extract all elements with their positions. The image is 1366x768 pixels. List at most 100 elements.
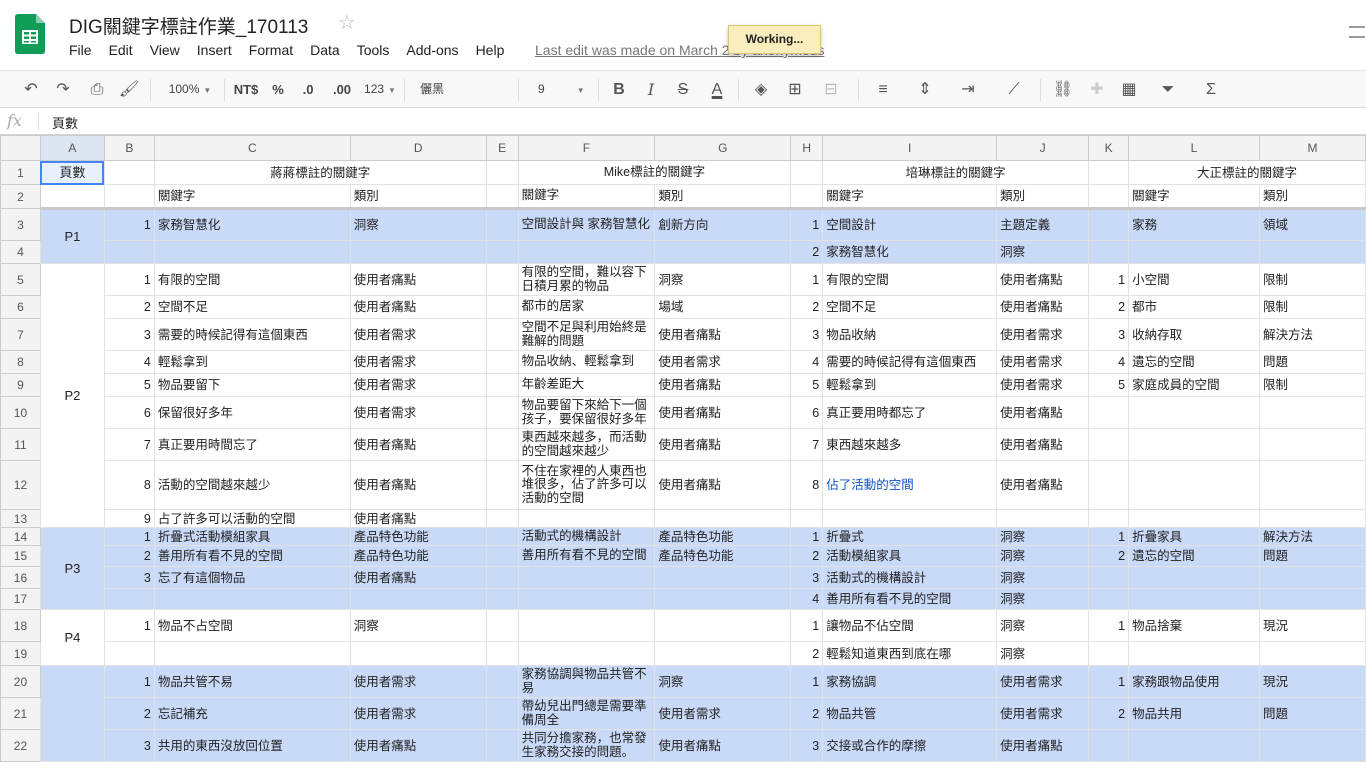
table-cell[interactable]: 1 xyxy=(790,263,824,296)
table-cell[interactable]: 8 xyxy=(790,460,824,510)
table-cell[interactable]: 使用者需求 xyxy=(349,697,487,730)
table-cell[interactable]: 1 xyxy=(790,527,824,546)
table-cell[interactable]: 占了許多可以活動的空間 xyxy=(153,509,351,528)
table-cell[interactable]: 共同分擔家務，也常發生家務交接的問題。 xyxy=(517,729,656,762)
table-cell[interactable] xyxy=(1258,729,1366,762)
table-cell[interactable]: 物品捨棄 xyxy=(1128,609,1260,642)
table-cell[interactable]: 使用者需求 xyxy=(349,665,487,698)
menu-tools[interactable]: Tools xyxy=(357,42,390,60)
row-header[interactable]: 14 xyxy=(0,527,41,546)
table-cell[interactable]: 使用者需求 xyxy=(996,373,1090,397)
table-cell[interactable] xyxy=(485,428,519,461)
table-cell[interactable]: 空間不足 xyxy=(822,295,998,319)
table-cell[interactable]: 物品要留下來給下一個孩子，要保留很好多年 xyxy=(517,396,656,429)
table-cell[interactable]: 使用者痛點 xyxy=(996,460,1090,510)
table-cell[interactable]: 3 xyxy=(103,318,155,351)
table-cell[interactable] xyxy=(153,240,351,264)
table-cell[interactable]: 不住在家裡的人東西也堆很多，佔了許多可以活動的空間 xyxy=(517,460,656,510)
table-cell[interactable]: 創新方向 xyxy=(654,207,792,241)
row-header[interactable]: 12 xyxy=(0,460,41,510)
row-header[interactable]: 17 xyxy=(0,588,41,610)
table-cell[interactable]: 使用者痛點 xyxy=(349,460,487,510)
table-cell[interactable] xyxy=(654,588,792,610)
table-cell[interactable] xyxy=(1088,566,1130,589)
table-cell[interactable]: 洞察 xyxy=(996,545,1090,567)
table-cell[interactable] xyxy=(485,566,519,589)
table-cell[interactable]: 1 xyxy=(1088,609,1130,642)
table-cell[interactable] xyxy=(485,609,519,642)
table-cell[interactable]: 2 xyxy=(103,545,155,567)
row-header[interactable]: 2 xyxy=(0,184,41,209)
decrease-decimal-button[interactable]: .0 xyxy=(296,71,320,108)
table-cell[interactable]: 2 xyxy=(1088,545,1130,567)
row-header[interactable]: 15 xyxy=(0,545,41,567)
insert-chart-icon[interactable]: ▦ xyxy=(1116,71,1142,108)
table-cell[interactable] xyxy=(485,697,519,730)
menu-data[interactable]: Data xyxy=(310,42,340,60)
table-cell[interactable] xyxy=(485,295,519,319)
table-cell[interactable] xyxy=(1258,641,1366,666)
table-cell[interactable]: 活動模組家具 xyxy=(822,545,998,567)
page-cell[interactable]: P1 xyxy=(39,207,105,264)
table-cell[interactable]: 善用所有看不見的空間 xyxy=(153,545,351,567)
increase-decimal-button[interactable]: .00 xyxy=(328,71,356,108)
table-cell[interactable] xyxy=(103,160,155,185)
italic-button[interactable]: I xyxy=(638,71,664,108)
table-cell[interactable] xyxy=(1128,588,1260,610)
table-cell[interactable]: 2 xyxy=(103,295,155,319)
table-cell[interactable]: 洞察 xyxy=(996,641,1090,666)
table-cell[interactable]: 限制 xyxy=(1258,373,1366,397)
table-cell[interactable]: 使用者需求 xyxy=(349,318,487,351)
table-cell[interactable] xyxy=(485,184,519,209)
table-cell[interactable] xyxy=(485,207,519,241)
table-cell[interactable] xyxy=(485,527,519,546)
table-cell[interactable] xyxy=(1128,396,1260,429)
star-icon[interactable]: ☆ xyxy=(338,10,356,35)
table-cell[interactable] xyxy=(1088,184,1130,209)
table-cell[interactable] xyxy=(1128,428,1260,461)
table-cell[interactable]: 帶幼兒出門總是需要準備周全 xyxy=(517,697,656,730)
table-cell[interactable] xyxy=(517,240,656,264)
table-cell[interactable]: 有限的空間 xyxy=(153,263,351,296)
table-cell[interactable]: 6 xyxy=(103,396,155,429)
table-cell[interactable] xyxy=(517,609,656,642)
table-cell[interactable]: 1 xyxy=(1088,527,1130,546)
column-header[interactable]: K xyxy=(1088,135,1130,161)
table-cell[interactable]: 使用者痛點 xyxy=(349,263,487,296)
table-cell[interactable]: 關鍵字 xyxy=(822,184,998,209)
table-cell[interactable] xyxy=(485,318,519,351)
formula-input[interactable]: 頁數 xyxy=(52,113,78,132)
table-cell[interactable]: 東西越來越多 xyxy=(822,428,998,461)
page-cell[interactable]: P3 xyxy=(39,527,105,610)
table-cell[interactable]: 2 xyxy=(790,641,824,666)
table-cell[interactable]: 使用者痛點 xyxy=(996,729,1090,762)
table-cell[interactable] xyxy=(654,240,792,264)
column-header[interactable]: G xyxy=(654,135,792,161)
column-header[interactable]: C xyxy=(153,135,351,161)
table-cell[interactable] xyxy=(485,160,519,185)
table-cell[interactable]: 家務智慧化 xyxy=(822,240,998,264)
paint-format-icon[interactable]: 🖌 xyxy=(116,71,142,108)
table-cell[interactable] xyxy=(485,396,519,429)
table-cell[interactable]: 洞察 xyxy=(996,588,1090,610)
table-cell[interactable] xyxy=(1258,396,1366,429)
table-cell[interactable] xyxy=(485,641,519,666)
table-cell[interactable]: 解決方法 xyxy=(1258,527,1366,546)
table-cell[interactable]: 培琳標註的關鍵字 xyxy=(822,160,1090,185)
table-cell[interactable]: 洞察 xyxy=(349,609,487,642)
table-cell[interactable]: 5 xyxy=(1088,373,1130,397)
table-cell[interactable]: 洞察 xyxy=(996,240,1090,264)
table-cell[interactable] xyxy=(517,641,656,666)
table-cell[interactable]: 洞察 xyxy=(996,609,1090,642)
table-cell[interactable]: 類別 xyxy=(996,184,1090,209)
table-cell[interactable] xyxy=(349,588,487,610)
row-header[interactable]: 5 xyxy=(0,263,41,296)
table-cell[interactable]: 2 xyxy=(790,240,824,264)
table-cell[interactable] xyxy=(790,160,824,185)
table-cell[interactable]: Mike標註的關鍵字 xyxy=(517,160,792,185)
table-cell[interactable]: 1 xyxy=(103,609,155,642)
row-header[interactable]: 9 xyxy=(0,373,41,397)
table-cell[interactable] xyxy=(1258,509,1366,528)
table-cell[interactable] xyxy=(1088,509,1130,528)
table-cell[interactable]: 東西越來越多，而活動的空間越來越少 xyxy=(517,428,656,461)
